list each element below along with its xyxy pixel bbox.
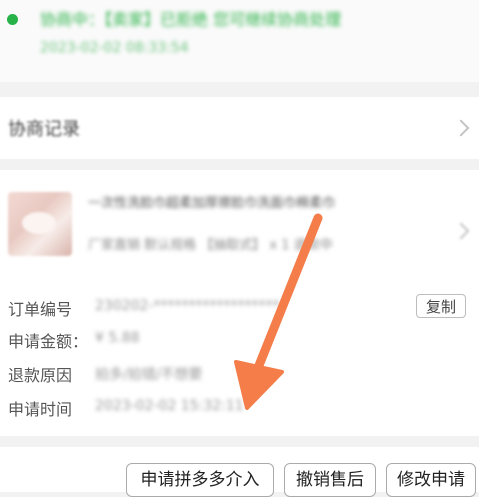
product-chevron-icon (452, 222, 470, 240)
product-title[interactable]: 一次性洗脸巾超柔加厚擦脸巾洗面巾棉柔巾 (88, 192, 428, 211)
refund-reason-label: 退款原因 (8, 366, 73, 385)
product-thumbnail[interactable] (8, 192, 72, 256)
apply-amount-value: ¥ 5.88 (95, 330, 140, 346)
status-time: 2023-02-02 08:33:54 (40, 40, 189, 56)
apply-amount-label: 申请金额： (8, 332, 89, 351)
bottom-action-bar: 申请拼多多介入 撤销售后 修改申请 (0, 447, 479, 497)
apply-time-value: 2023-02-02 15:32:11 (95, 398, 244, 414)
copy-order-number-button[interactable]: 复制 (416, 294, 466, 318)
order-info-card: 一次性洗脸巾超柔加厚擦脸巾洗面巾棉柔巾 厂家直销 默认规格 【抽取式】 x 1 … (0, 170, 479, 436)
order-number-label: 订单编号 (8, 300, 73, 319)
status-dot-icon (7, 14, 18, 25)
order-number-value: 230202-****************** (95, 298, 280, 314)
negotiation-record-row[interactable]: 协商记录 (0, 97, 479, 159)
refund-reason-value: 拍多/拍错/不想要 (95, 367, 203, 383)
chevron-right-icon (452, 119, 470, 137)
refund-status-card: 协商中：【卖家】已拒绝 您可继续协商处理 2023-02-02 08:33:54 (0, 0, 479, 82)
product-sku: 厂家直销 默认规格 【抽取式】 x 1 退款中 (88, 238, 333, 253)
status-text: 协商中：【卖家】已拒绝 您可继续协商处理 (40, 10, 342, 29)
apply-time-label: 申请时间 (8, 400, 73, 419)
negotiation-record-label: 协商记录 (8, 119, 80, 140)
